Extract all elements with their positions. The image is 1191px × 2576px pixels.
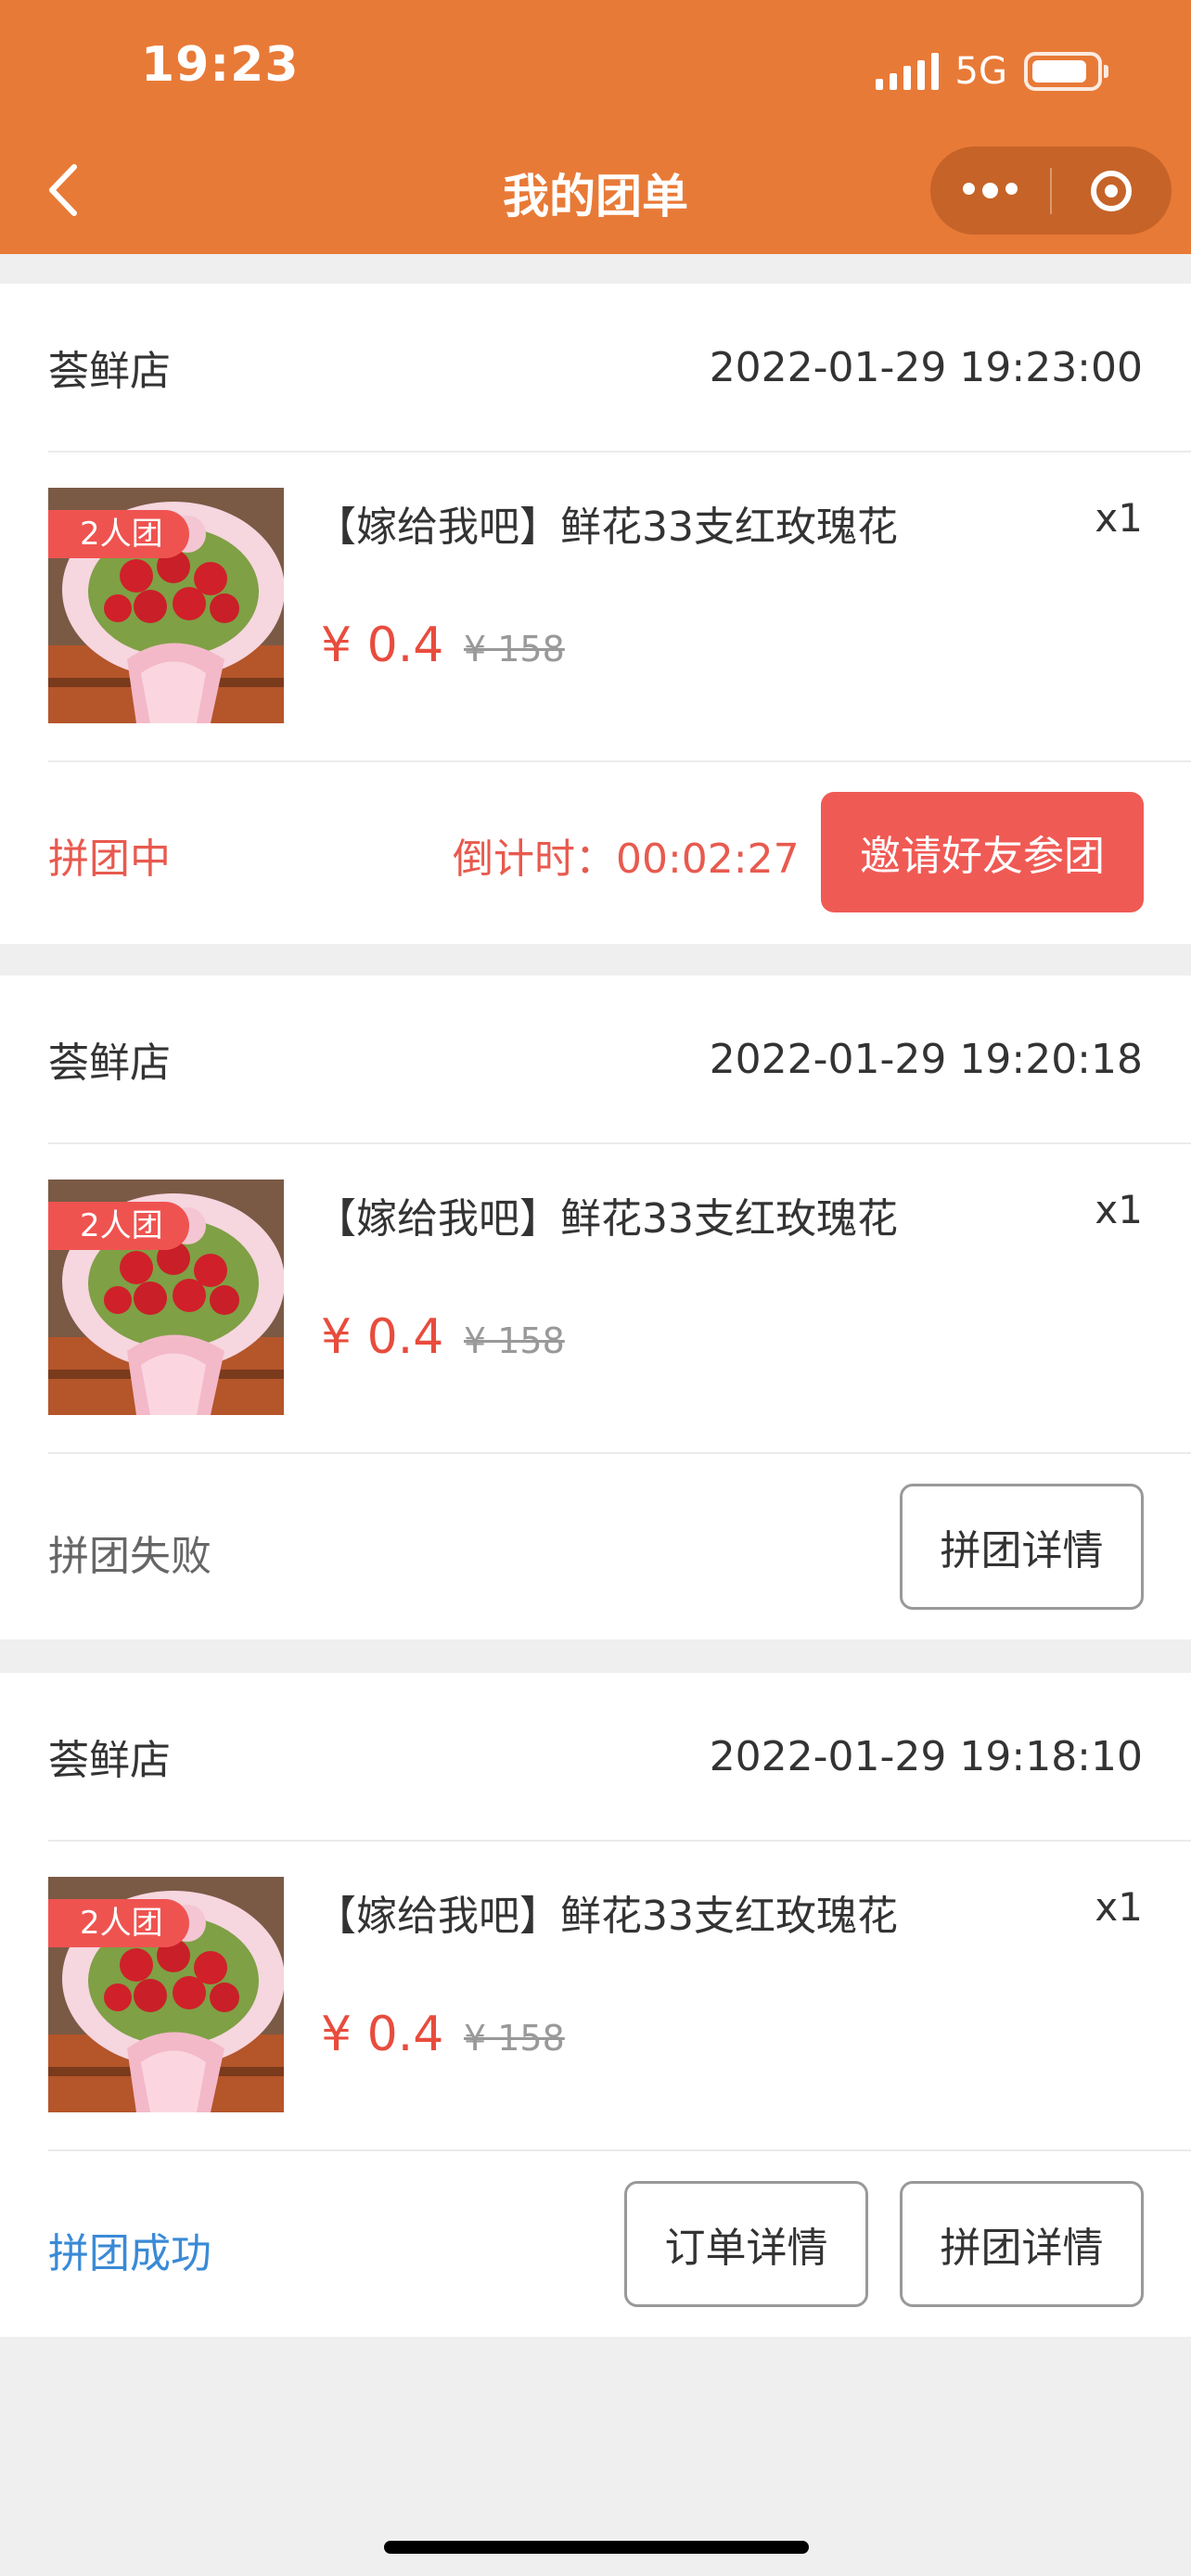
battery-icon [1024, 52, 1108, 91]
product-image[interactable]: 2人团 [48, 488, 284, 723]
divider [48, 760, 1191, 762]
original-price: ¥ 158 [464, 1320, 565, 1361]
order-time: 2022-01-29 19:23:00 [709, 343, 1143, 391]
quantity: x1 [1095, 1884, 1143, 1930]
divider [48, 451, 1191, 453]
more-dots-icon [963, 183, 1018, 198]
group-detail-button[interactable]: 拼团详情 [900, 1484, 1144, 1610]
order-card: 荟鲜店 2022-01-29 19:20:18 2人团 【嫁给我吧】鲜花33支红… [0, 976, 1191, 1639]
quantity: x1 [1095, 495, 1143, 541]
group-status: 拼团失败 [48, 1533, 211, 1580]
original-price: ¥ 158 [464, 629, 565, 670]
divider [48, 1840, 1191, 1842]
mini-program-capsule [930, 147, 1172, 235]
quantity: x1 [1095, 1187, 1143, 1232]
group-status: 拼团成功 [48, 2230, 211, 2277]
invite-friends-button[interactable]: 邀请好友参团 [821, 792, 1144, 912]
status-time: 19:23 [141, 37, 300, 93]
product-image[interactable]: 2人团 [48, 1180, 284, 1415]
store-name: 荟鲜店 [48, 1737, 171, 1784]
group-price: ¥ 0.4 [321, 2007, 444, 2062]
card-header: 荟鲜店 2022-01-29 19:20:18 [48, 976, 1143, 1142]
group-size-tag: 2人团 [48, 1202, 189, 1250]
order-card: 荟鲜店 2022-01-29 19:23:00 2人团 【嫁给我吧】鲜花33支红… [0, 284, 1191, 944]
divider [48, 1142, 1191, 1144]
card-header: 荟鲜店 2022-01-29 19:18:10 [48, 1673, 1143, 1840]
home-indicator[interactable] [384, 2541, 809, 2554]
product-name[interactable]: 【嫁给我吧】鲜花33支红玫瑰花 [315, 1882, 898, 1942]
status-indicators: 5G [875, 46, 1108, 96]
group-size-tag: 2人团 [48, 1899, 189, 1947]
target-icon [1091, 170, 1133, 211]
product-name[interactable]: 【嫁给我吧】鲜花33支红玫瑰花 [315, 1185, 898, 1244]
product-image[interactable]: 2人团 [48, 1877, 284, 2112]
group-price: ¥ 0.4 [321, 618, 444, 673]
order-time: 2022-01-29 19:20:18 [709, 1035, 1143, 1083]
store-name: 荟鲜店 [48, 1039, 171, 1087]
group-size-tag: 2人团 [48, 510, 189, 558]
countdown-timer: 倒计时：00:02:27 [453, 835, 800, 883]
original-price: ¥ 158 [464, 2018, 565, 2059]
divider [48, 1452, 1191, 1454]
group-status: 拼团中 [48, 835, 171, 883]
top-bar: 19:23 5G 我的团单 [0, 0, 1191, 254]
product-name[interactable]: 【嫁给我吧】鲜花33支红玫瑰花 [315, 493, 898, 553]
card-header: 荟鲜店 2022-01-29 19:23:00 [48, 284, 1143, 451]
group-price: ¥ 0.4 [321, 1309, 444, 1365]
signal-icon [875, 53, 939, 90]
order-card: 荟鲜店 2022-01-29 19:18:10 2人团 【嫁给我吧】鲜花33支红… [0, 1673, 1191, 2337]
order-detail-button[interactable]: 订单详情 [624, 2181, 868, 2307]
divider [48, 2149, 1191, 2151]
more-button[interactable] [930, 147, 1050, 235]
group-detail-button[interactable]: 拼团详情 [900, 2181, 1144, 2307]
order-time: 2022-01-29 19:18:10 [709, 1732, 1143, 1780]
network-type: 5G [954, 50, 1007, 93]
store-name: 荟鲜店 [48, 348, 171, 395]
close-miniapp-button[interactable] [1052, 147, 1172, 235]
